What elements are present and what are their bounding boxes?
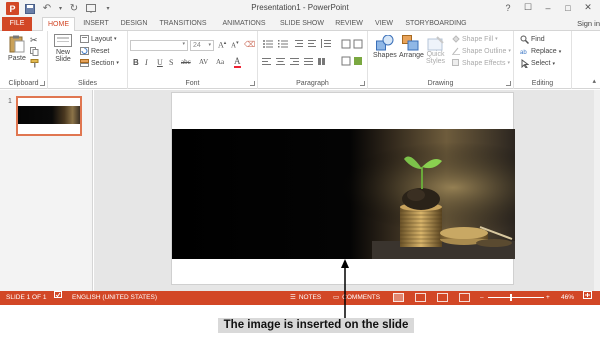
annotation-arrow	[341, 259, 349, 318]
annotation-caption: The image is inserted on the slide	[218, 318, 414, 333]
